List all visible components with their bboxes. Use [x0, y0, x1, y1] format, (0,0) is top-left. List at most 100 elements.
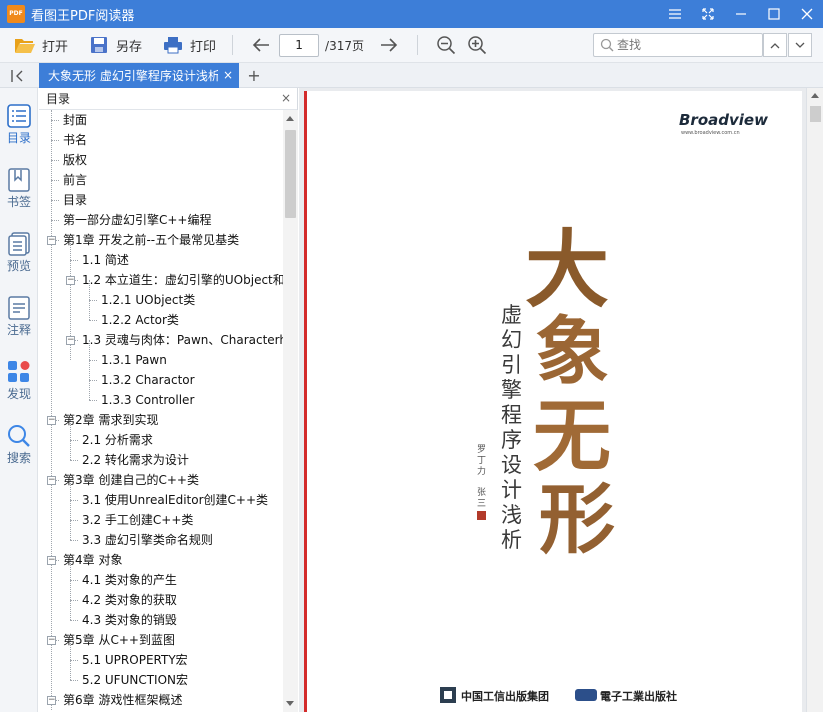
zoom-out-button[interactable]	[433, 32, 459, 58]
minimize-button[interactable]	[724, 0, 757, 28]
arrow-right-icon	[381, 38, 398, 52]
broadview-url: www.broadview.com.cn	[681, 130, 740, 136]
toc-item[interactable]: 1.3.3 Controller	[101, 390, 194, 410]
toolbar-divider	[232, 35, 234, 55]
tree-collapse-toggle[interactable]: −	[47, 476, 56, 485]
save-as-label: 另存	[116, 39, 143, 55]
toc-item[interactable]: 1.3.2 Charactor	[101, 370, 195, 390]
toc-item[interactable]: 第3章 创建自己的C++类	[63, 470, 199, 490]
rail-toc[interactable]: 目录	[0, 88, 38, 145]
document-scrollbar[interactable]	[806, 88, 823, 712]
subtitle-char: 设	[501, 453, 522, 477]
add-tab-button[interactable]: +	[245, 66, 263, 85]
title-bar: PDF 看图王PDF阅读器	[0, 0, 823, 28]
next-page-button[interactable]	[376, 32, 402, 58]
rail-search[interactable]: 搜索	[0, 408, 38, 465]
tree-branch-line	[70, 440, 78, 441]
toc-item[interactable]: 第6章 游戏性框架概述	[63, 690, 182, 710]
toc-item[interactable]: 1.3.1 Pawn	[101, 350, 167, 370]
search-next-button[interactable]	[788, 33, 812, 57]
tree-branch-line	[51, 140, 59, 141]
toc-panel: 目录 × 封面 书名 版权 前言 目录 第一部分虚幻引擎C++编程 − 第1章 开发之前--五…	[39, 88, 298, 712]
toc-close-icon[interactable]: ×	[281, 91, 291, 105]
toc-item[interactable]: 1.2.1 UObject类	[101, 290, 195, 310]
tree-collapse-toggle[interactable]: −	[66, 276, 75, 285]
toc-item[interactable]: 5.1 UPROPERTY宏	[82, 650, 188, 670]
fullscreen-icon[interactable]	[691, 0, 724, 28]
toc-item[interactable]: 3.2 手工创建C++类	[82, 510, 193, 530]
toc-item[interactable]: 2.2 转化需求为设计	[82, 450, 189, 470]
tree-collapse-toggle[interactable]: −	[47, 416, 56, 425]
toc-item[interactable]: 4.1 类对象的产生	[82, 570, 177, 590]
tree-branch-line	[70, 580, 78, 581]
tree-branch-line	[70, 620, 78, 621]
collapse-sidebar-button[interactable]	[8, 67, 28, 84]
toc-scroll-thumb[interactable]	[285, 130, 296, 218]
toc-item[interactable]: 第1章 开发之前--五个最常见基类	[63, 230, 239, 250]
tree-collapse-toggle[interactable]: −	[47, 236, 56, 245]
document-scroll-thumb[interactable]	[810, 106, 821, 122]
tree-collapse-toggle[interactable]: −	[47, 696, 56, 705]
save-as-button[interactable]: 另存	[82, 31, 148, 59]
pdf-page: Broadview www.broadview.com.cn 大 象 无 形 虚…	[304, 91, 802, 712]
tree-branch-line	[51, 220, 59, 221]
subtitle-char: 擎	[501, 378, 522, 402]
tree-branch-line	[70, 500, 78, 501]
toc-item[interactable]: 第4章 对象	[63, 550, 122, 570]
scroll-down-icon[interactable]	[286, 701, 294, 706]
toc-item[interactable]: 第2章 需求到实现	[63, 410, 158, 430]
toc-item[interactable]: 书名	[63, 130, 87, 150]
author-char: 张	[477, 487, 486, 498]
search-input[interactable]	[617, 35, 747, 55]
doc-scroll-up-icon[interactable]	[811, 93, 819, 98]
menu-icon[interactable]	[658, 0, 691, 28]
toc-item[interactable]: 3.1 使用UnrealEditor创建C++类	[82, 490, 268, 510]
toc-item[interactable]: 封面	[63, 110, 87, 130]
toc-item[interactable]: 目录	[63, 190, 87, 210]
tree-branch-line	[70, 540, 78, 541]
printer-icon	[162, 34, 184, 56]
prev-page-button[interactable]	[248, 32, 274, 58]
print-button[interactable]: 打印	[156, 31, 222, 59]
toc-item[interactable]: 第5章 从C++到蓝图	[63, 630, 175, 650]
toc-scrollbar[interactable]	[283, 110, 298, 712]
document-tab-title: 大象无形 虚幻引擎程序设计浅析	[48, 69, 218, 83]
maximize-button[interactable]	[757, 0, 790, 28]
cover-subtitle-vertical: 虚 幻 引 擎 程 序 设 计 浅 析	[501, 303, 522, 552]
document-tab[interactable]: 大象无形 虚幻引擎程序设计浅析 ×	[39, 63, 239, 88]
rail-annotations[interactable]: 注释	[0, 280, 38, 337]
tree-branch-line	[70, 680, 78, 681]
toc-item[interactable]: 1.1 简述	[82, 250, 129, 270]
tree-collapse-toggle[interactable]: −	[47, 636, 56, 645]
toc-item[interactable]: 1.2.2 Actor类	[101, 310, 179, 330]
toc-item[interactable]: 3.3 虚幻引擎类命名规则	[82, 530, 213, 550]
toc-header-title: 目录	[46, 92, 71, 106]
toc-item[interactable]: 1.2 本立道生：虚幻引擎的UObject和	[82, 270, 283, 290]
toc-item[interactable]: 2.1 分析需求	[82, 430, 153, 450]
toc-item[interactable]: 版权	[63, 150, 87, 170]
subtitle-char: 析	[501, 528, 522, 552]
page-number-input[interactable]: 1	[279, 33, 320, 57]
document-view: Broadview www.broadview.com.cn 大 象 无 形 虚…	[299, 88, 806, 712]
tree-collapse-toggle[interactable]: −	[66, 336, 75, 345]
tab-close-icon[interactable]: ×	[223, 68, 233, 82]
close-button[interactable]	[790, 0, 823, 28]
toc-item[interactable]: 1.3 灵魂与肉体：Pawn、Characterh	[82, 330, 283, 350]
scroll-up-icon[interactable]	[286, 116, 294, 121]
open-button[interactable]: 打开	[8, 31, 74, 59]
rail-preview[interactable]: 预览	[0, 216, 38, 273]
tree-collapse-toggle[interactable]: −	[47, 556, 56, 565]
toc-item[interactable]: 5.2 UFUNCTION宏	[82, 670, 188, 690]
search-box[interactable]	[593, 33, 763, 57]
search-prev-button[interactable]	[763, 33, 787, 57]
zoom-in-button[interactable]	[464, 32, 490, 58]
toc-item[interactable]: 4.3 类对象的销毁	[82, 610, 177, 630]
collapse-left-icon	[11, 69, 23, 82]
rail-bookmarks[interactable]: 书签	[0, 152, 38, 209]
toc-item[interactable]: 4.2 类对象的获取	[82, 590, 177, 610]
toc-item[interactable]: 第一部分虚幻引擎C++编程	[63, 210, 212, 230]
author-char: 力	[477, 465, 486, 477]
tree-branch-line	[89, 380, 97, 381]
toc-item[interactable]: 前言	[63, 170, 87, 190]
rail-discover[interactable]: 发现	[0, 344, 38, 401]
